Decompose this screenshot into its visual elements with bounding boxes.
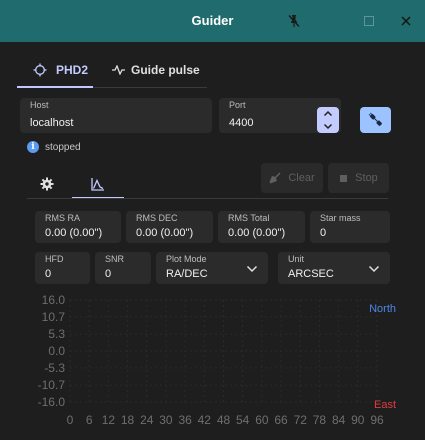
rms-dec-field: RMS DEC 0.00 (0.00"): [126, 211, 213, 243]
title-bar: Guider: [0, 0, 425, 42]
plot-mode-value: RA/DEC: [166, 268, 208, 280]
x-tick-label: 6: [86, 413, 93, 427]
star-mass-value: 0: [320, 227, 327, 239]
y-tick-label: -10.7: [38, 378, 66, 392]
tab-graph[interactable]: [72, 170, 124, 198]
rms-total-value: 0.00 (0.00"): [228, 227, 286, 239]
tab-phd2[interactable]: PHD2: [33, 55, 88, 85]
rms-ra-value: 0.00 (0.00"): [45, 227, 103, 239]
close-icon: [401, 16, 411, 26]
info-icon: i: [27, 141, 39, 153]
unit-select[interactable]: Unit ARCSEC: [278, 252, 390, 284]
y-tick-label: 5.3: [48, 327, 65, 341]
snr-label: SNR: [105, 254, 125, 264]
rms-ra-label: RMS RA: [45, 213, 81, 223]
x-tick-label: 18: [121, 413, 135, 427]
x-tick-label: 66: [274, 413, 288, 427]
port-value: 4400: [229, 117, 254, 129]
host-field[interactable]: Host localhost: [20, 98, 212, 133]
host-label: Host: [30, 100, 49, 110]
connection-status: i stopped: [27, 141, 81, 153]
tab-phd2-label: PHD2: [56, 63, 89, 77]
maximize-icon: [364, 16, 374, 26]
star-mass-field: Star mass 0: [310, 211, 390, 243]
clear-button[interactable]: Clear: [261, 163, 323, 193]
y-tick-label: -16.0: [38, 395, 66, 409]
x-tick-label: 12: [102, 413, 116, 427]
star-mass-label: Star mass: [320, 213, 361, 223]
increment-button[interactable]: [317, 107, 339, 120]
snr-value: 0: [105, 268, 112, 280]
snr-field: SNR 0: [95, 252, 151, 284]
rms-total-label: RMS Total: [228, 213, 270, 223]
x-tick-label: 24: [140, 413, 154, 427]
port-label: Port: [229, 100, 246, 110]
y-tick-label: -5.3: [44, 361, 65, 375]
status-text: stopped: [45, 141, 81, 153]
y-tick-label: 10.7: [42, 310, 66, 324]
hfd-value: 0: [45, 268, 52, 280]
x-tick-label: 30: [159, 413, 173, 427]
x-tick-label: 84: [332, 413, 346, 427]
plug-connect-icon: [368, 112, 382, 126]
close-button[interactable]: [393, 8, 419, 34]
rms-dec-value: 0.00 (0.00"): [136, 227, 194, 239]
host-value: localhost: [30, 117, 74, 129]
broom-icon: [269, 172, 281, 184]
chevron-up-icon: [323, 110, 333, 117]
pulse-icon: [112, 65, 125, 75]
active-tab-indicator: [17, 86, 93, 88]
pin-off-icon: [288, 15, 300, 27]
stop-icon: [340, 174, 348, 182]
x-tick-label: 72: [294, 413, 308, 427]
stop-button[interactable]: Stop: [328, 163, 389, 193]
tab-guide-pulse[interactable]: Guide pulse: [112, 55, 200, 85]
gear-icon: [40, 177, 54, 191]
maximize-button[interactable]: [356, 8, 382, 34]
port-spinner: [317, 107, 339, 133]
x-tick-label: 48: [217, 413, 231, 427]
legend-east: East: [374, 399, 396, 411]
subtabs-divider: [27, 198, 388, 199]
tab-settings[interactable]: [27, 170, 67, 198]
pin-off-button[interactable]: [281, 8, 307, 34]
crosshair-icon: [33, 63, 47, 77]
chevron-down-icon: [246, 265, 258, 273]
x-tick-label: 0: [67, 413, 74, 427]
x-tick-label: 96: [370, 413, 384, 427]
plot-mode-label: Plot Mode: [166, 254, 207, 264]
legend-north: North: [369, 303, 396, 315]
guide-graph: 16.0 10.7 5.3 0.0 -5.3 -10.7 -16.0 0 6 12 18 24 30 3…: [38, 293, 396, 427]
decrement-button[interactable]: [317, 120, 339, 133]
rms-ra-field: RMS RA 0.00 (0.00"): [35, 211, 121, 243]
x-tick-label: 90: [351, 413, 365, 427]
y-tick-label: 0.0: [48, 344, 65, 358]
hfd-field: HFD 0: [35, 252, 90, 284]
chevron-down-icon: [368, 265, 380, 273]
x-tick-label: 42: [198, 413, 212, 427]
rms-total-field: RMS Total 0.00 (0.00"): [218, 211, 305, 243]
unit-value: ARCSEC: [288, 268, 334, 280]
unit-label: Unit: [288, 254, 305, 264]
tabs-divider: [93, 87, 207, 88]
tab-guide-pulse-label: Guide pulse: [131, 63, 200, 77]
x-tick-label: 60: [255, 413, 269, 427]
x-tick-label: 78: [313, 413, 327, 427]
rms-dec-label: RMS DEC: [136, 213, 178, 223]
connect-button[interactable]: [360, 107, 391, 133]
clear-label: Clear: [288, 172, 315, 184]
stop-label: Stop: [355, 172, 378, 184]
plot-mode-select[interactable]: Plot Mode RA/DEC: [156, 252, 268, 284]
chevron-down-icon: [323, 123, 333, 130]
y-tick-label: 16.0: [42, 293, 66, 307]
graph-icon: [91, 177, 104, 191]
x-tick-label: 54: [236, 413, 250, 427]
x-tick-label: 36: [178, 413, 192, 427]
hfd-label: HFD: [45, 254, 64, 264]
